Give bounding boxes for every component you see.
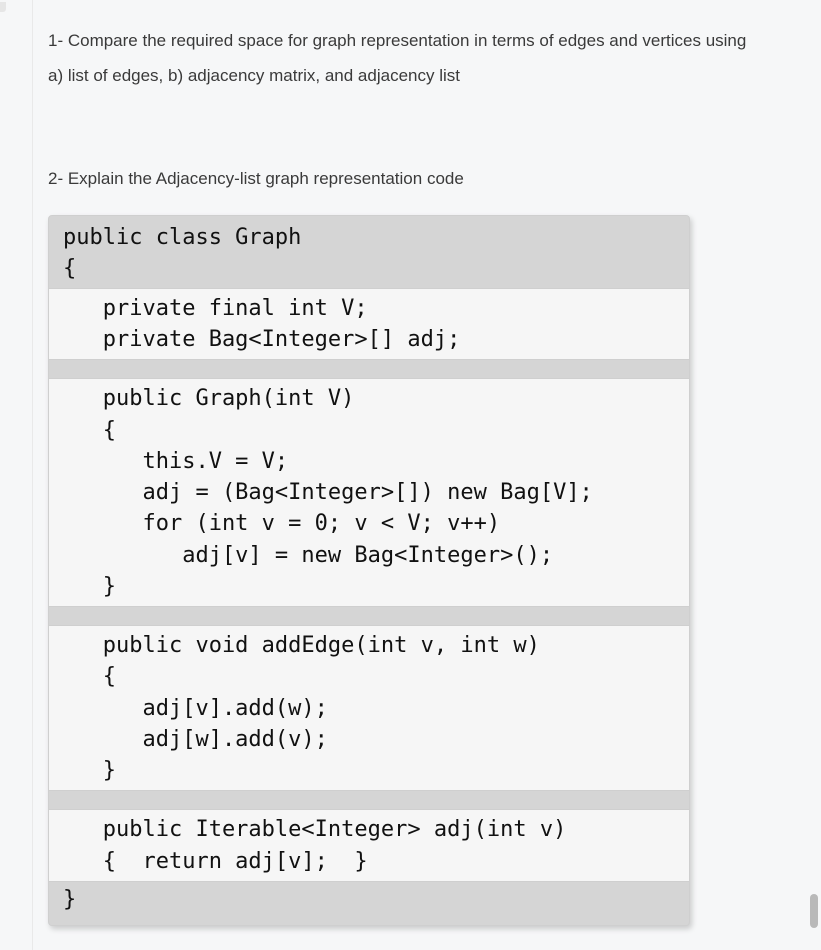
code-separator-1 [49, 360, 689, 378]
code-line-ctor-close: } [63, 571, 675, 602]
code-separator-2 [49, 607, 689, 625]
code-line-ctor-l3: for (int v = 0; v < V; v++) [63, 508, 675, 539]
code-line-adj-body: { return adj[v]; } [63, 846, 675, 877]
question-1-line-1: 1- Compare the required space for graph … [48, 31, 746, 50]
code-header-band-1: public class Graph { [49, 216, 689, 288]
code-body-adj: public Iterable<Integer> adj(int v) { re… [49, 809, 689, 881]
code-line-field-adj: private Bag<Integer>[] adj; [63, 324, 675, 355]
code-body-fields: private final int V; private Bag<Integer… [49, 288, 689, 360]
page: 1- Compare the required space for graph … [0, 0, 821, 950]
code-body-ctor: public Graph(int V) { this.V = V; adj = … [49, 378, 689, 607]
code-line-field-v: private final int V; [63, 293, 675, 324]
scrollbar-track[interactable] [808, 0, 818, 950]
code-line-ctor-l2: adj = (Bag<Integer>[]) new Bag[V]; [63, 477, 675, 508]
left-margin-rule [32, 0, 33, 950]
code-line-ctor-sig: public Graph(int V) [63, 383, 675, 414]
code-line-ctor-open: { [63, 415, 675, 446]
code-line-ctor-l1: this.V = V; [63, 446, 675, 477]
code-line-class-decl: public class Graph [63, 222, 675, 253]
code-line-addedge-l1: adj[v].add(w); [63, 693, 675, 724]
code-line-close-brace: } [63, 884, 675, 915]
page-corner-mark [0, 2, 6, 12]
code-line-ctor-l4: adj[v] = new Bag<Integer>(); [63, 540, 675, 571]
scrollbar-thumb[interactable] [810, 894, 818, 928]
code-line-open-brace: { [63, 253, 675, 284]
question-2-prompt: 2- Explain the Adjacency-list graph repr… [48, 169, 464, 188]
question-2: 2- Explain the Adjacency-list graph repr… [48, 162, 803, 197]
question-1: 1- Compare the required space for graph … [48, 24, 803, 94]
code-separator-3 [49, 791, 689, 809]
code-line-addedge-close: } [63, 755, 675, 786]
question-1-line-2: a) list of edges, b) adjacency matrix, a… [48, 66, 460, 85]
code-body-addedge: public void addEdge(int v, int w) { adj[… [49, 625, 689, 791]
code-line-addedge-open: { [63, 661, 675, 692]
code-card: public class Graph { private final int V… [48, 215, 690, 926]
spacer [48, 94, 803, 162]
code-footer-band: } [49, 882, 689, 925]
content-area: 1- Compare the required space for graph … [0, 0, 821, 950]
code-line-adj-sig: public Iterable<Integer> adj(int v) [63, 814, 675, 845]
code-line-addedge-sig: public void addEdge(int v, int w) [63, 630, 675, 661]
code-line-addedge-l2: adj[w].add(v); [63, 724, 675, 755]
